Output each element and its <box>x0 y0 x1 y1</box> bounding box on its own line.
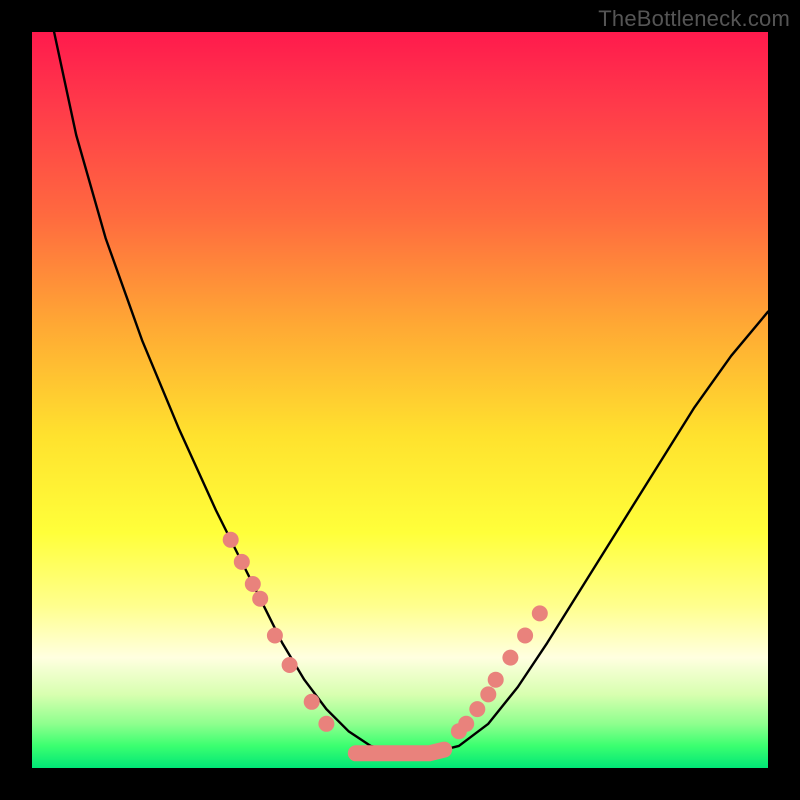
data-marker <box>517 628 533 644</box>
data-marker <box>532 605 548 621</box>
bottleneck-curve <box>54 32 768 753</box>
data-marker <box>488 672 504 688</box>
data-marker <box>282 657 298 673</box>
chart-frame: TheBottleneck.com <box>0 0 800 800</box>
bottom-band <box>356 750 444 754</box>
data-marker <box>245 576 261 592</box>
data-marker <box>458 716 474 732</box>
data-marker <box>304 694 320 710</box>
plot-area <box>32 32 768 768</box>
curve-svg <box>32 32 768 768</box>
data-marker <box>267 628 283 644</box>
data-marker <box>318 716 334 732</box>
data-marker <box>480 686 496 702</box>
watermark-text: TheBottleneck.com <box>598 6 790 32</box>
data-marker <box>469 701 485 717</box>
data-marker <box>234 554 250 570</box>
data-marker <box>502 650 518 666</box>
data-marker <box>223 532 239 548</box>
data-marker <box>252 591 268 607</box>
